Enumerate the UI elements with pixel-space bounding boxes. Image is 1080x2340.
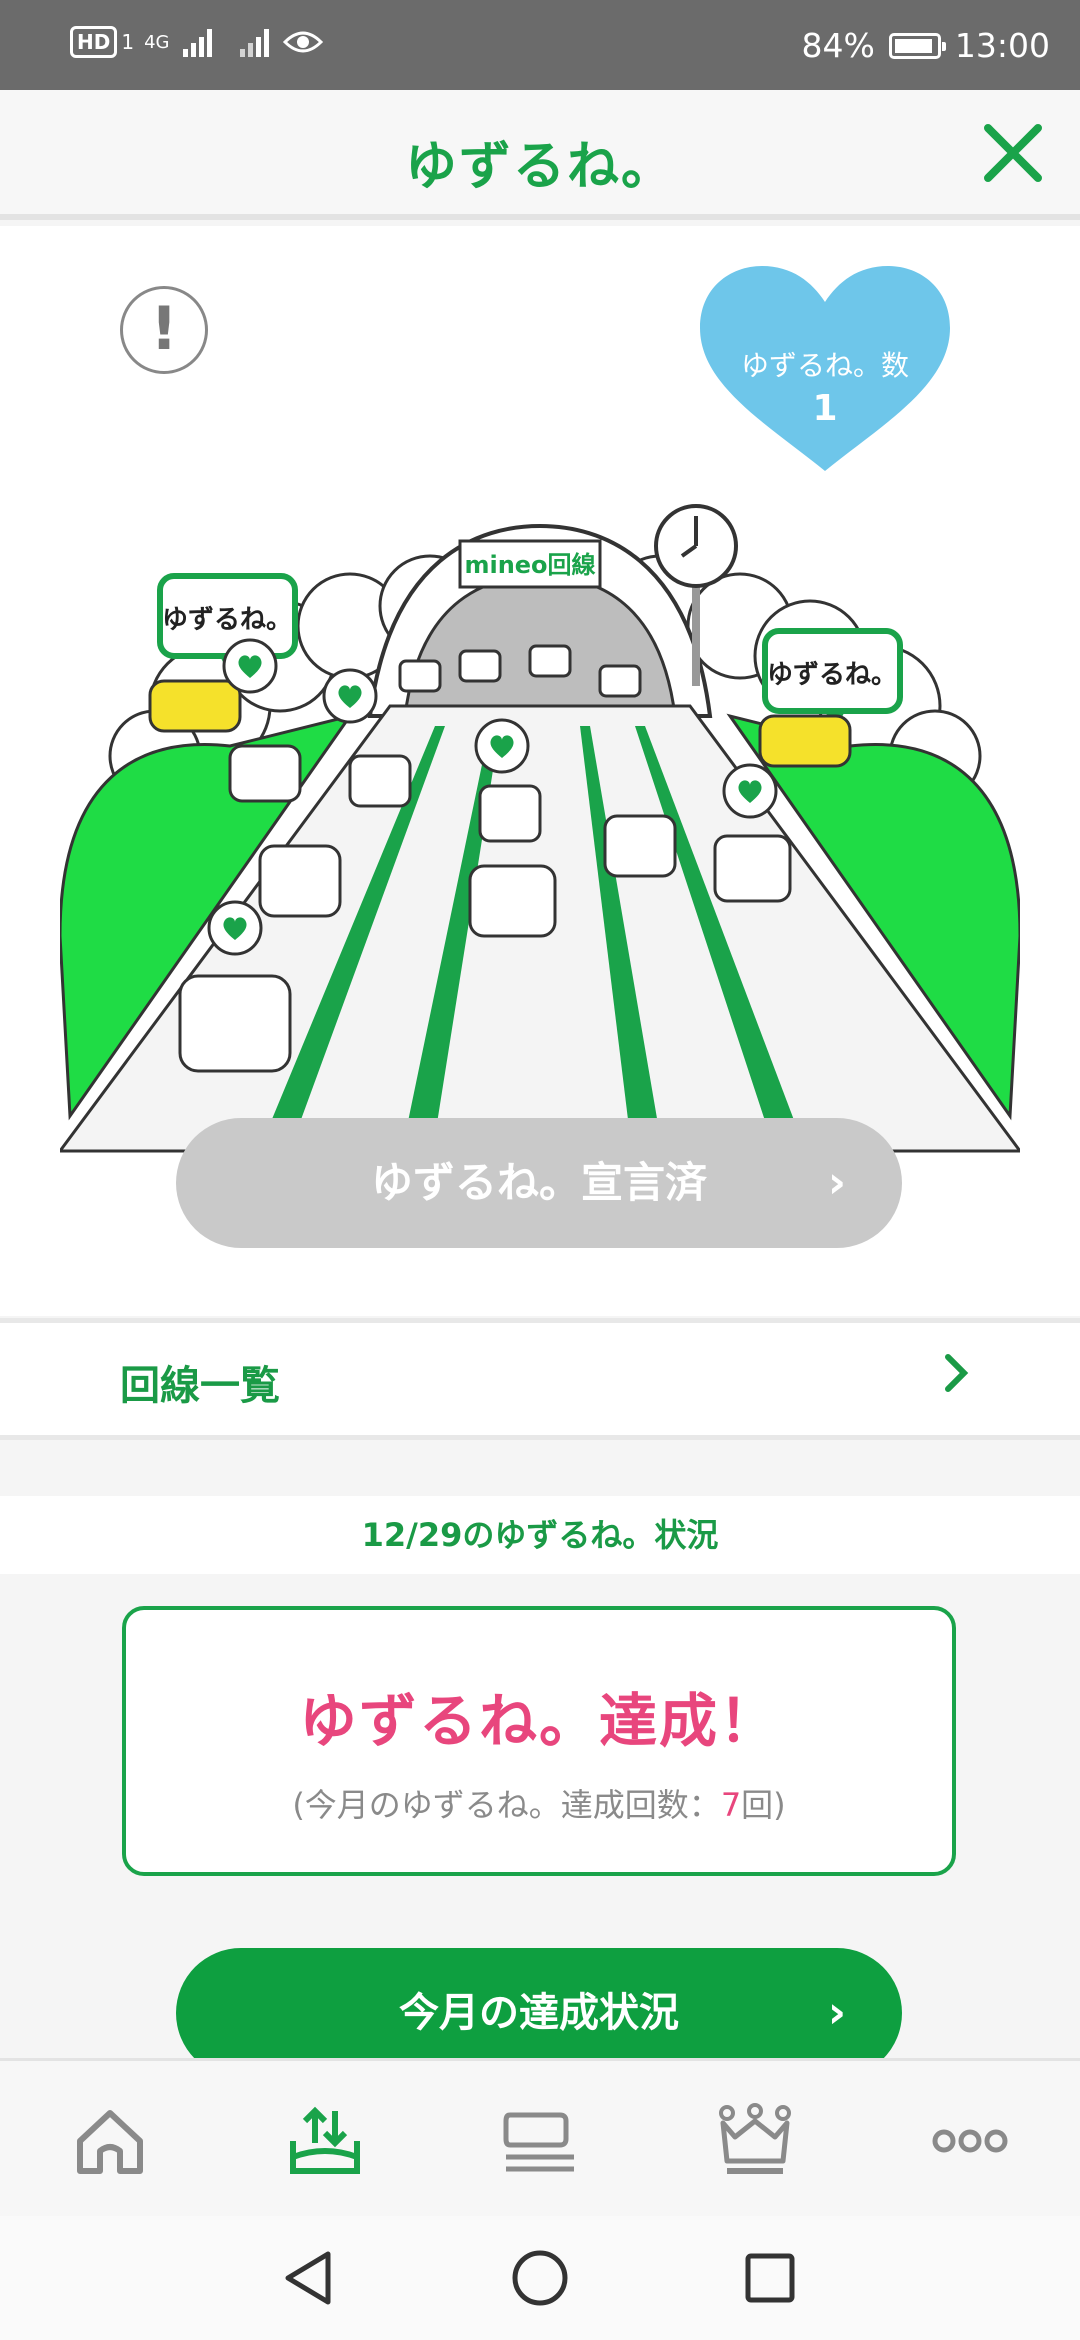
system-navigation xyxy=(0,2216,1080,2340)
signal-icon-2 xyxy=(240,27,270,57)
signal-icon xyxy=(183,27,213,57)
result-subtitle: (今月のゆずるね。達成回数：7回) xyxy=(126,1780,952,1826)
status-bar: HD 1 4G 84% 13:00 xyxy=(0,0,1080,90)
clock: 13:00 xyxy=(954,26,1050,65)
network-sub: 1 xyxy=(121,30,135,54)
battery-percent: 84% xyxy=(801,26,875,65)
bottom-navigation xyxy=(0,2058,1080,2219)
exclamation-icon: ! xyxy=(150,294,178,364)
page-title: ゆずるね。 xyxy=(404,137,675,197)
line-list-label: 回線一覧 xyxy=(120,1363,280,1409)
heart-count-label: ゆずるね。数 xyxy=(740,349,909,382)
battery-icon xyxy=(888,32,946,59)
sign-text: mineo回線 xyxy=(464,551,595,579)
chat-icon[interactable] xyxy=(500,2101,580,2181)
yellow-car-left xyxy=(148,679,242,733)
svg-text:ゆずるね。: ゆずるね。 xyxy=(162,605,292,635)
eye-icon xyxy=(283,31,324,53)
chevron-right-icon xyxy=(945,1354,969,1392)
yellow-car-right xyxy=(758,714,852,768)
yuzurune-icon[interactable] xyxy=(285,2101,365,2181)
crown-icon[interactable] xyxy=(715,2101,795,2181)
hero-card: ! ゆずるね。数 1 mineo回線 ゆずるね。 ゆずるね。 ゆずるね。宣言済 … xyxy=(0,226,1080,1316)
declare-button[interactable]: ゆずるね。宣言済 › xyxy=(176,1118,902,1248)
line-list-row[interactable]: 回線一覧 xyxy=(0,1318,1080,1440)
network-type: 4G xyxy=(144,31,170,53)
svg-text:ゆずるね。: ゆずるね。 xyxy=(767,660,897,690)
status-heading-bar: 12/29のゆずるね。状況 xyxy=(0,1496,1080,1574)
result-title: ゆずるね。達成！ xyxy=(298,1687,779,1755)
result-suffix: 回) xyxy=(741,1786,786,1824)
home-icon[interactable] xyxy=(70,2101,150,2181)
hd-badge: HD xyxy=(70,26,118,58)
declare-button-label: ゆずるね。宣言済 xyxy=(370,1158,707,1207)
result-count: 7 xyxy=(720,1786,742,1824)
status-heading: 12/29のゆずるね。状況 xyxy=(361,1516,719,1554)
recents-icon[interactable] xyxy=(738,2246,802,2310)
status-bar-right: 84% 13:00 xyxy=(802,26,1050,65)
app-header: ゆずるね。 xyxy=(0,90,1080,220)
status-bar-left: HD 1 4G xyxy=(70,26,324,58)
back-icon[interactable] xyxy=(278,2246,342,2310)
close-icon[interactable] xyxy=(980,120,1046,186)
chevron-right-icon: › xyxy=(827,1157,846,1208)
monthly-status-label: 今月の達成状況 xyxy=(399,1990,679,2036)
info-button[interactable]: ! xyxy=(120,286,208,374)
result-card: ゆずるね。達成！ (今月のゆずるね。達成回数：7回) xyxy=(122,1606,956,1876)
result-prefix: (今月のゆずるね。達成回数： xyxy=(292,1786,721,1824)
home-circle-icon[interactable] xyxy=(508,2246,572,2310)
more-icon[interactable] xyxy=(930,2101,1010,2181)
